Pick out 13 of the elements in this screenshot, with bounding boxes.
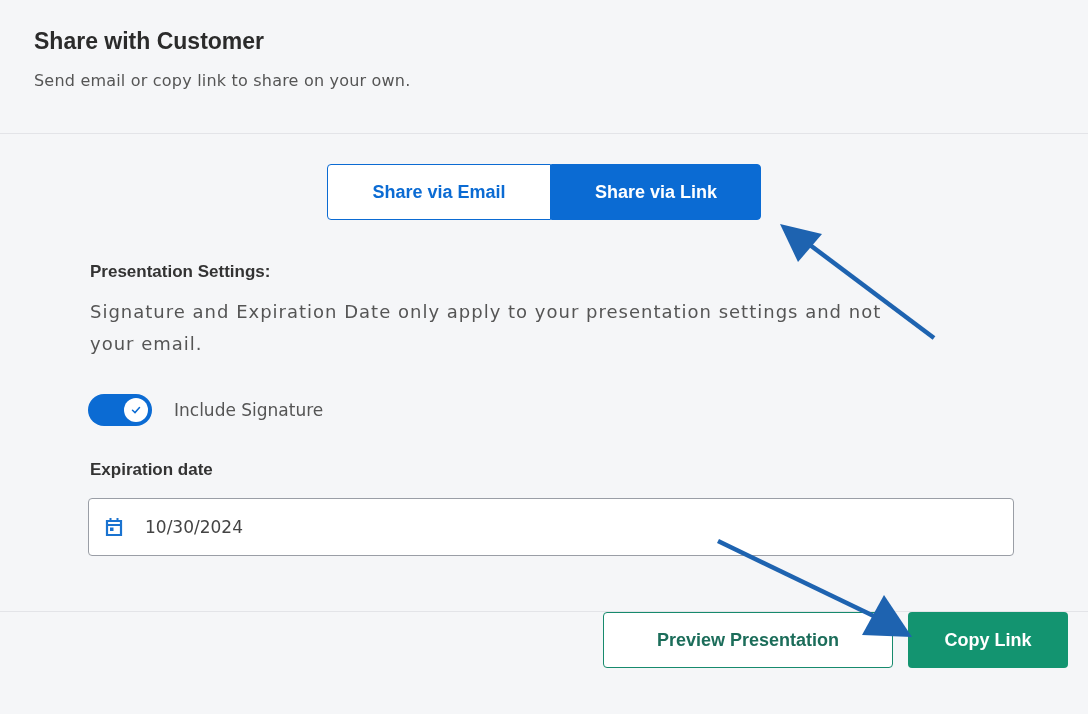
toggle-switch[interactable] (88, 394, 152, 426)
share-mode-tab[interactable]: Share via Email (327, 164, 551, 220)
dialog-title: Share with Customer (34, 28, 266, 55)
preview-button[interactable]: Preview Presentation (603, 612, 893, 668)
date-field[interactable]: 10/30/2024 (88, 498, 1014, 556)
field-label: Expiration date (90, 460, 214, 480)
share-mode-tab[interactable]: Share via Link (551, 164, 761, 220)
toggle-label: Include Signature (174, 400, 324, 420)
settings-heading: Presentation Settings: (90, 262, 272, 282)
settings-note: Signature and Expiration Date only apply to your presentation settings and not your email. (90, 300, 883, 356)
copy-button[interactable]: Copy Link (908, 612, 1068, 668)
check-icon (130, 404, 142, 416)
dialog-subtitle: Send email or copy link to share on your own. (34, 71, 412, 90)
